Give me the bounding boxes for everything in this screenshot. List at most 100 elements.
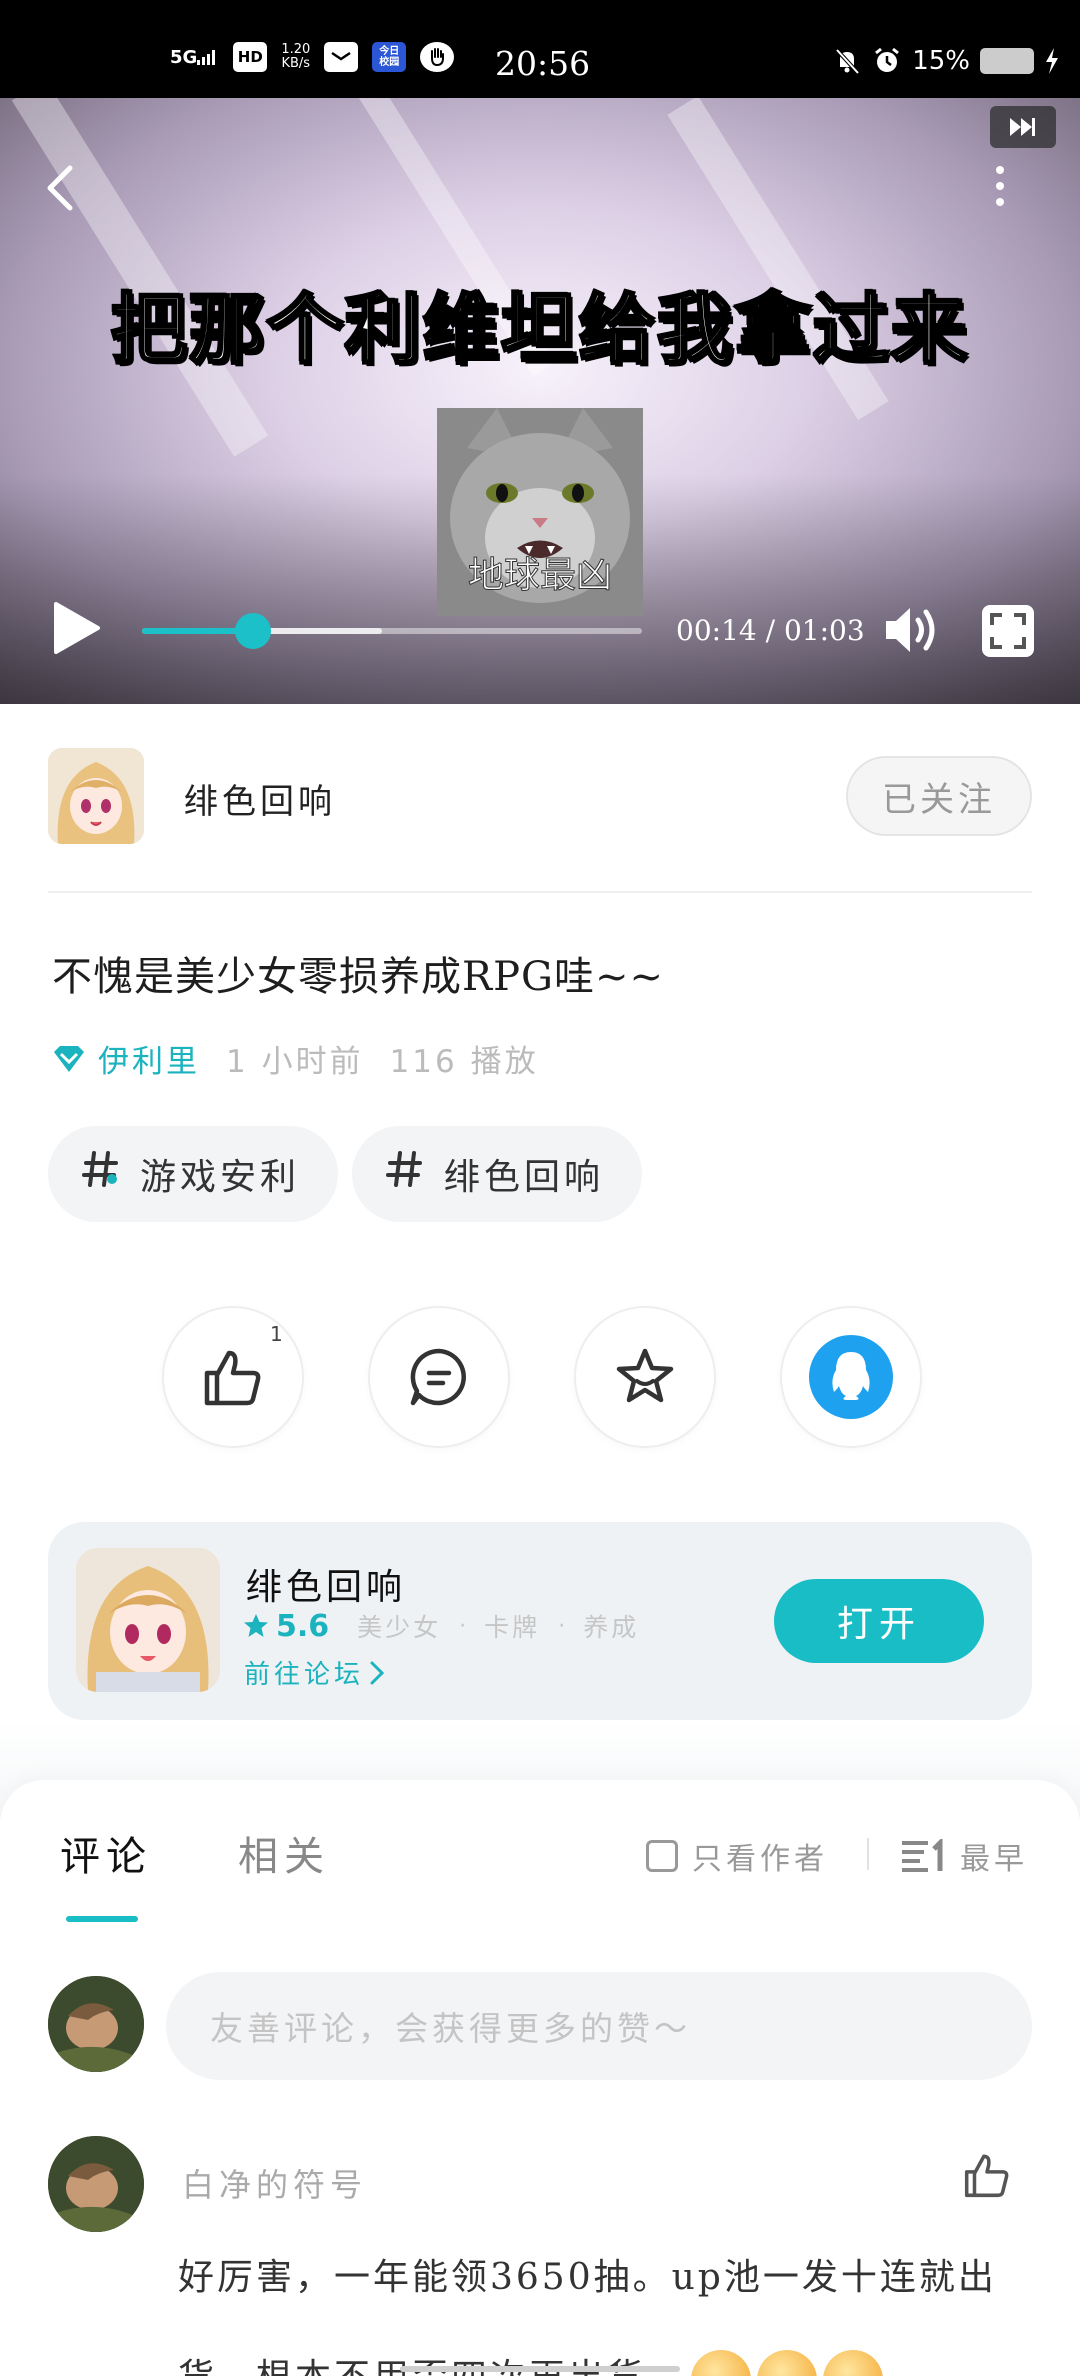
cat-meme-image: 地球最凶: [437, 408, 643, 616]
time-separator: /: [756, 614, 784, 647]
comment-like-button[interactable]: [962, 2150, 1012, 2200]
home-indicator[interactable]: [400, 2366, 680, 2372]
anime-girl-avatar: [48, 748, 144, 844]
status-bar: 5G HD 1.20 KB/s 今日 校园 20:56 15%: [0, 0, 1080, 98]
more-icon[interactable]: [982, 162, 1018, 212]
battery-percent: 15%: [912, 46, 970, 76]
starry-eyes-emoji-icon: [823, 2350, 884, 2376]
skip-icon[interactable]: [990, 106, 1056, 148]
divider: [867, 1838, 869, 1870]
volume-icon[interactable]: [882, 603, 940, 657]
video-caption: 把那个利维坦给我拿过来: [110, 284, 969, 376]
author-avatar[interactable]: [48, 748, 144, 844]
only-author-label: 只看作者: [692, 1842, 828, 1877]
comment-text-block: 好厉害，一年能领3650抽。up池一发十连就出货，根本不用歪四次再出货。: [178, 2228, 1038, 2376]
open-game-button[interactable]: 打开: [774, 1579, 984, 1663]
battery-icon: [980, 48, 1034, 74]
duration: 01:03: [783, 614, 865, 647]
active-tab-indicator: [66, 1916, 138, 1922]
game-card[interactable]: 绯色回响 5.6 美少女 · 卡牌 · 养成 前往论坛 打开: [48, 1522, 1032, 1720]
game-score: 5.6: [276, 1608, 330, 1644]
play-icon[interactable]: [48, 598, 104, 658]
favorite-button[interactable]: [574, 1306, 716, 1448]
star-icon: [616, 1348, 674, 1403]
back-icon[interactable]: [42, 158, 92, 218]
sort-toggle[interactable]: 最早: [900, 1834, 1028, 1878]
status-icons-left: 5G HD 1.20 KB/s 今日 校园: [170, 42, 455, 72]
hand-icon: [420, 42, 455, 72]
commenter-name[interactable]: 白净的符号: [182, 2160, 367, 2206]
play-count: 116 播放: [389, 1044, 539, 1080]
author-name[interactable]: 绯色回响: [184, 774, 336, 823]
tab-comments[interactable]: 评论: [60, 1824, 152, 1882]
tag-chip[interactable]: 绯色回响: [352, 1126, 643, 1222]
comment-button[interactable]: [368, 1306, 510, 1448]
network-indicator: 5G: [170, 47, 219, 68]
comments-section: 评论 相关 只看作者 最早 友善评论，会获得更多的赞～ 白净的符号 好厉害，一年…: [0, 1780, 1080, 2376]
network-label: 5G: [170, 46, 198, 68]
starry-eyes-emoji-icon: [691, 2350, 752, 2376]
share-qq-button[interactable]: [780, 1306, 922, 1448]
tag-chip[interactable]: 游戏安利: [48, 1126, 339, 1222]
hd-badge: HD: [233, 42, 268, 72]
forum-link[interactable]: 前往论坛: [244, 1654, 388, 1691]
thumbs-up-icon: [204, 1350, 261, 1406]
timecode: 00:14 / 01:03: [676, 614, 865, 647]
game-icon[interactable]: [76, 1548, 220, 1692]
only-author-toggle[interactable]: 只看作者: [646, 1834, 828, 1878]
current-user-avatar: [48, 1976, 144, 2072]
forum-link-label: 前往论坛: [244, 1660, 365, 1690]
game-tag: 卡牌: [484, 1613, 541, 1642]
charging-icon: [1046, 48, 1058, 74]
starry-eyes-emoji-icon: [757, 2350, 818, 2376]
hashtag-icon: [82, 1149, 120, 1199]
post-meta: 伊利里 1 小时前 116 播放: [50, 1036, 565, 1081]
seek-bar[interactable]: [142, 613, 642, 649]
uploader-name[interactable]: 伊利里: [98, 1036, 200, 1081]
sort-icon: [902, 1839, 943, 1872]
signal-icon: [197, 50, 216, 65]
game-tag: 美少女: [357, 1613, 442, 1642]
user-photo-avatar: [48, 1976, 144, 2072]
alarm-icon: [875, 47, 900, 72]
tag-list: 游戏安利 绯色回响: [48, 1126, 643, 1222]
chevron-right-icon: [370, 1661, 385, 1684]
follow-button[interactable]: 已关注: [846, 756, 1032, 836]
game-name: 绯色回响: [246, 1567, 407, 1608]
network-speed: 1.20 KB/s: [281, 43, 310, 71]
diamond-badge-icon: [54, 1045, 84, 1072]
like-button[interactable]: 1: [162, 1306, 304, 1448]
anime-girl-game-art: [76, 1548, 220, 1692]
comment-icon: [410, 1348, 466, 1406]
speed-unit: KB/s: [281, 56, 311, 71]
only-author-checkbox[interactable]: [646, 1840, 678, 1872]
meme-caption: 地球最凶: [467, 555, 612, 597]
speed-value: 1.20: [281, 42, 311, 57]
video-player[interactable]: 把那个利维坦给我拿过来 地球最凶 00:14 / 01:03: [0, 98, 1080, 704]
tab-related[interactable]: 相关: [238, 1824, 330, 1882]
tag-separator: ·: [459, 1613, 467, 1639]
game-tag: 养成: [583, 1613, 640, 1642]
post-title: 不愧是美少女零损养成RPG哇~~: [52, 954, 665, 1000]
tag-label: 绯色回响: [444, 1157, 605, 1198]
comment-input[interactable]: 友善评论，会获得更多的赞～: [166, 1972, 1032, 2080]
mute-bell-icon: [835, 48, 860, 75]
thumbs-up-icon: [964, 2154, 1009, 2198]
sort-label: 最早: [960, 1842, 1028, 1877]
commenter-avatar[interactable]: [48, 2136, 144, 2232]
seek-thumb[interactable]: [235, 613, 271, 649]
action-bar: 1: [162, 1306, 922, 1448]
tag-separator: ·: [558, 1613, 566, 1639]
hashtag-icon: [386, 1149, 424, 1199]
user-photo-avatar: [48, 2136, 144, 2232]
like-count: 1: [270, 1322, 283, 1346]
status-icons-right: 15%: [832, 46, 1060, 76]
qq-icon: [809, 1335, 893, 1419]
message-icon: [324, 42, 359, 72]
post-time: 1 小时前: [226, 1044, 364, 1080]
game-rating-row: 5.6 美少女 · 卡牌 · 养成: [242, 1608, 639, 1644]
fullscreen-icon[interactable]: [980, 603, 1036, 659]
campus-app-badge: 今日 校园: [372, 42, 407, 72]
author-row: 绯色回响 已关注: [48, 748, 1032, 844]
divider: [48, 891, 1032, 893]
